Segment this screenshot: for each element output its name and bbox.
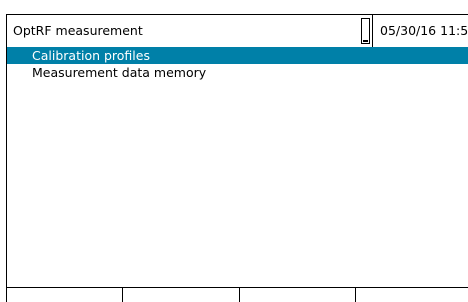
title-bar: OptRF measurement 05/30/16 11:55 [6,14,468,48]
softkey-2[interactable] [123,288,240,302]
softkey-4[interactable] [356,288,468,302]
title-divider [372,15,373,47]
softkey-1[interactable] [7,288,123,302]
date-time: 05/30/16 11:55 [380,23,468,38]
battery-icon [361,18,370,44]
menu-item-measurement-data-memory[interactable]: Measurement data memory [7,64,468,81]
menu-item-calibration-profiles[interactable]: Calibration profiles [7,47,468,64]
softkey-bar [6,287,468,302]
instrument-screen: OptRF measurement 05/30/16 11:55 Calibra… [0,0,468,302]
softkey-3[interactable] [240,288,356,302]
menu-panel: Calibration profiles Measurement data me… [6,47,468,287]
menu-list: Calibration profiles Measurement data me… [7,47,468,81]
screen-title: OptRF measurement [13,23,143,38]
